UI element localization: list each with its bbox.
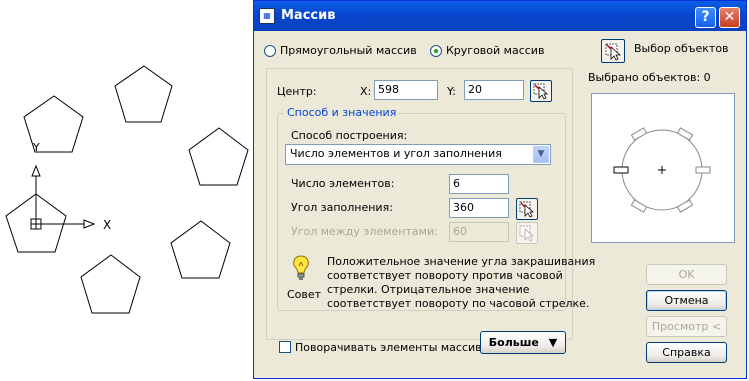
- ucs-y-label: Y: [33, 141, 40, 154]
- preview-button[interactable]: Просмотр <: [646, 316, 727, 337]
- rectangular-array-label[interactable]: Прямоугольный массив: [280, 44, 417, 57]
- polar-array-radio[interactable]: [430, 45, 442, 57]
- pick-angle-disabled-icon: [519, 225, 535, 242]
- pentagon-bottom: [80, 254, 141, 314]
- polar-array-label[interactable]: Круговой массив: [446, 44, 544, 57]
- lightbulb-icon: [293, 255, 309, 280]
- pentagon-right-lower: [170, 220, 231, 279]
- tip-text-line-2: соответствует повороту против часовой: [327, 269, 563, 282]
- pentagon-top: [114, 65, 173, 123]
- array-dialog: ▦ Массив ? ✕ Прямоугольный массив Кругов…: [253, 0, 747, 379]
- center-label: Центр:: [277, 85, 317, 98]
- center-x-input[interactable]: 598: [374, 80, 438, 100]
- item-count-label: Число элементов:: [291, 177, 395, 190]
- center-x-label: X:: [360, 85, 372, 98]
- tip-text-line-1: Положительное значение угла закрашивания: [327, 255, 596, 268]
- select-objects-button[interactable]: [601, 39, 625, 63]
- rotate-items-label[interactable]: Поворачивать элементы массива: [295, 341, 488, 354]
- build-method-label: Способ построения:: [291, 129, 408, 142]
- pentagon-right-upper: [188, 127, 249, 186]
- pick-center-button[interactable]: [530, 80, 552, 102]
- tip-text-line-3: стрелки. Отрицательное значение: [327, 283, 530, 296]
- selected-count: Выбрано объектов: 0: [588, 71, 711, 84]
- help-button[interactable]: Справка: [646, 342, 727, 363]
- fill-angle-label: Угол заполнения:: [291, 201, 393, 214]
- ok-button[interactable]: OK: [646, 264, 727, 285]
- select-objects-label: Выбор объектов: [634, 42, 729, 55]
- pick-fill-angle-button[interactable]: [516, 198, 538, 220]
- build-method-select[interactable]: Число элементов и угол заполнения ▼: [285, 144, 551, 165]
- dialog-title: Массив: [281, 8, 336, 23]
- rotate-items-checkbox[interactable]: [279, 341, 291, 353]
- cancel-button[interactable]: Отмена: [646, 290, 727, 311]
- close-icon[interactable]: ✕: [719, 7, 740, 28]
- pick-point-icon: [533, 83, 549, 100]
- rectangular-array-radio[interactable]: [264, 45, 276, 57]
- pick-angle-icon: [519, 201, 535, 218]
- select-objects-icon: [605, 43, 622, 61]
- title-bar[interactable]: ▦ Массив ? ✕: [254, 1, 746, 31]
- ucs-x-label: X: [103, 218, 112, 232]
- center-y-input[interactable]: 20: [464, 80, 524, 100]
- more-button[interactable]: Больше ▼: [480, 331, 566, 354]
- tip-label: Совет: [287, 288, 322, 301]
- array-preview: [591, 93, 735, 243]
- more-button-label: Больше: [488, 336, 539, 349]
- pick-angle-between-button: [516, 222, 538, 244]
- build-method-value: Число элементов и угол заполнения: [290, 147, 502, 160]
- angle-between-input: 60: [449, 222, 509, 242]
- center-y-label: Y:: [447, 85, 456, 98]
- angle-between-label: Угол между элементами:: [291, 225, 438, 238]
- double-chevron-down-icon: ▼: [548, 336, 558, 349]
- method-group-title: Способ и значения: [284, 106, 400, 119]
- help-icon[interactable]: ?: [695, 7, 716, 28]
- fill-angle-input[interactable]: 360: [449, 198, 509, 218]
- item-count-input[interactable]: 6: [449, 174, 509, 194]
- chevron-down-icon[interactable]: ▼: [533, 146, 549, 163]
- preview-drawing: [613, 127, 711, 213]
- drawing-canvas[interactable]: [0, 0, 256, 381]
- tip-text-line-4: соответствует повороту по часовой стрелк…: [327, 297, 590, 310]
- array-icon: ▦: [259, 8, 275, 24]
